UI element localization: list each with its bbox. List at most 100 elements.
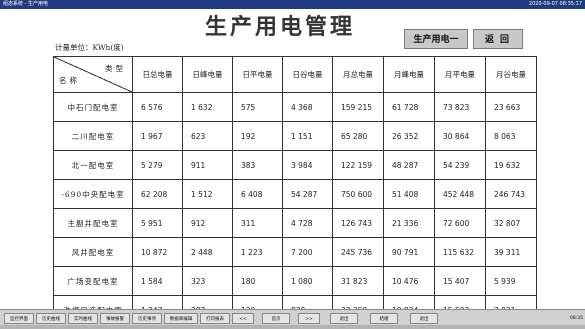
table-cell: 51 408 <box>383 179 435 209</box>
table-cell: 8 063 <box>485 121 537 151</box>
table-cell: 115 632 <box>434 237 486 267</box>
table-cell: 245 736 <box>332 237 384 267</box>
table-cell: 452 448 <box>434 179 486 209</box>
column-header: 月总电量 <box>332 56 384 93</box>
taskbar-strip <box>0 325 585 329</box>
table-row: 风井配电室 10 872 2 448 1 223 7 200 245 736 9… <box>53 237 537 267</box>
table-cell: 72 600 <box>434 208 486 238</box>
table-cell: 1 080 <box>282 266 333 296</box>
history-events-button[interactable]: 历史事项 <box>132 313 162 324</box>
room-name: 中石门配电室 <box>53 92 133 122</box>
room-name: 广场变配电室 <box>53 266 133 296</box>
home-page-button[interactable]: 首页 <box>262 313 290 324</box>
realtime-curve-button[interactable]: 实时曲线 <box>68 313 98 324</box>
print-report-button[interactable]: 打印报表 <box>200 313 230 324</box>
unit-note: 计量单位：KWh(度) <box>55 43 124 52</box>
monitor-view-button[interactable]: 监控界面 <box>4 313 34 324</box>
column-header: 日谷电量 <box>282 56 333 93</box>
database-edit-button[interactable]: 数据库编辑 <box>164 313 198 324</box>
table-cell: 1 512 <box>182 179 233 209</box>
table-cell: 383 <box>232 150 283 180</box>
table-cell: 31 823 <box>332 266 384 296</box>
table-cell: 19 632 <box>485 150 537 180</box>
header-type-label: 类型 <box>105 64 126 73</box>
table-cell: 30 864 <box>434 121 486 151</box>
window-titlebar: 组态系统 - 生产用电 2020-09-07 08:35:17 <box>0 0 585 9</box>
room-name: 主副井配电室 <box>53 208 133 238</box>
table-cell: 1 967 <box>132 121 183 151</box>
table-row: 二川配电室 1 967 623 192 1 151 65 280 26 352 … <box>53 121 537 151</box>
table-cell: 39 311 <box>485 237 537 267</box>
table-cell: 5 279 <box>132 150 183 180</box>
prev-page-button[interactable]: << <box>232 313 254 324</box>
table-cell: 1 584 <box>132 266 183 296</box>
table-cell: 73 823 <box>434 92 486 122</box>
table-cell: 54 239 <box>434 150 486 180</box>
column-header: 月平电量 <box>434 56 486 93</box>
table-cell: 1 223 <box>232 237 283 267</box>
table-cell: 54 287 <box>282 179 333 209</box>
table-cell: 15 407 <box>434 266 486 296</box>
header-name-label: 名称 <box>59 76 80 85</box>
table-cell: 6 576 <box>132 92 183 122</box>
alarm-button[interactable]: 事故报警 <box>100 313 130 324</box>
table-cell: 4 728 <box>282 208 333 238</box>
table-cell: 5 939 <box>485 266 537 296</box>
next-page-button[interactable]: >> <box>298 313 320 324</box>
table-row: -690中央配电室 62 208 1 512 6 408 54 287 750 … <box>53 179 537 209</box>
exit-button[interactable]: 退出 <box>330 313 358 324</box>
room-name: -690中央配电室 <box>53 179 133 209</box>
table-cell: 1 151 <box>282 121 333 151</box>
table-cell: 122 159 <box>332 150 384 180</box>
column-header: 日峰电量 <box>182 56 233 93</box>
table-row: 主副井配电室 5 951 912 311 4 728 126 743 21 33… <box>53 208 537 238</box>
table-row: 广场变配电室 1 584 323 180 1 080 31 823 10 476… <box>53 266 537 296</box>
table-cell: 10 872 <box>132 237 183 267</box>
table-cell: 48 287 <box>383 150 435 180</box>
table-cell: 62 208 <box>132 179 183 209</box>
column-header: 月谷电量 <box>485 56 537 93</box>
table-cell: 26 352 <box>383 121 435 151</box>
power-table: 类型 名称 日总电量 日峰电量 日平电量 日谷电量 月总电量 月峰电量 月平电量… <box>53 56 537 325</box>
column-header: 日平电量 <box>232 56 283 93</box>
table-cell: 912 <box>182 208 233 238</box>
quit-button[interactable]: 退出 <box>410 313 438 324</box>
history-curve-button[interactable]: 历史曲线 <box>36 313 66 324</box>
column-header: 月峰电量 <box>383 56 435 93</box>
table-cell: 6 408 <box>232 179 283 209</box>
table-cell: 32 807 <box>485 208 537 238</box>
finish-button[interactable]: 结绪 <box>370 313 398 324</box>
room-name: 风井配电室 <box>53 237 133 267</box>
table-cell: 3 984 <box>282 150 333 180</box>
table-row: 北一配电室 5 279 911 383 3 984 122 159 48 287… <box>53 150 537 180</box>
table-cell: 1 632 <box>182 92 233 122</box>
table-row: 中石门配电室 6 576 1 632 575 4 368 159 215 61 … <box>53 92 537 122</box>
back-button[interactable]: 返回 <box>473 29 523 49</box>
window-title: 组态系统 - 生产用电 <box>3 1 48 7</box>
table-cell: 311 <box>232 208 283 238</box>
table-cell: 911 <box>182 150 233 180</box>
table-cell: 21 336 <box>383 208 435 238</box>
table-cell: 323 <box>182 266 233 296</box>
table-cell: 623 <box>182 121 233 151</box>
room-name: 北一配电室 <box>53 150 133 180</box>
window-datetime: 2020-09-07 08:35:17 <box>528 1 582 7</box>
table-cell: 61 728 <box>383 92 435 122</box>
table-cell: 5 951 <box>132 208 183 238</box>
table-cell: 7 200 <box>282 237 333 267</box>
page-title: 生产用电管理 <box>204 14 355 40</box>
bottom-taskbar: 监控界面 历史曲线 实时曲线 事故报警 历史事项 数据库编辑 打印报表 << 首… <box>0 309 585 329</box>
table-cell: 126 743 <box>332 208 384 238</box>
table-cell: 23 663 <box>485 92 537 122</box>
table-cell: 10 476 <box>383 266 435 296</box>
production-power-button[interactable]: 生产用电一 <box>404 29 468 49</box>
column-header: 日总电量 <box>132 56 183 93</box>
header-corner-cell: 类型 名称 <box>53 56 133 93</box>
table-cell: 180 <box>232 266 283 296</box>
table-cell: 2 448 <box>182 237 233 267</box>
table-cell: 90 791 <box>383 237 435 267</box>
table-cell: 246 743 <box>485 179 537 209</box>
table-cell: 4 368 <box>282 92 333 122</box>
table-cell: 192 <box>232 121 283 151</box>
room-name: 二川配电室 <box>53 121 133 151</box>
